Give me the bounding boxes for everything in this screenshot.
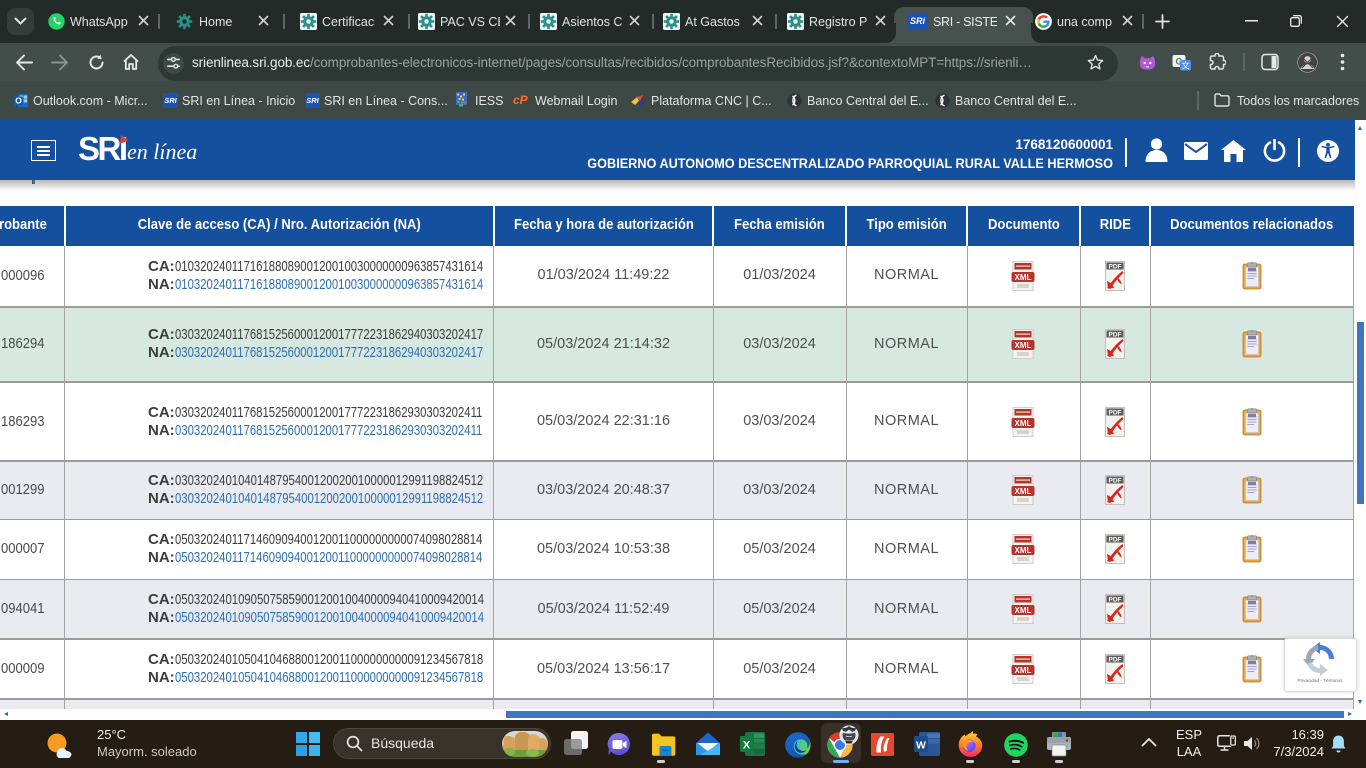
svg-text:W: W (916, 740, 926, 752)
svg-text:O: O (15, 96, 22, 106)
svg-text:文: 文 (1181, 60, 1190, 70)
svg-text:X: X (743, 740, 751, 752)
